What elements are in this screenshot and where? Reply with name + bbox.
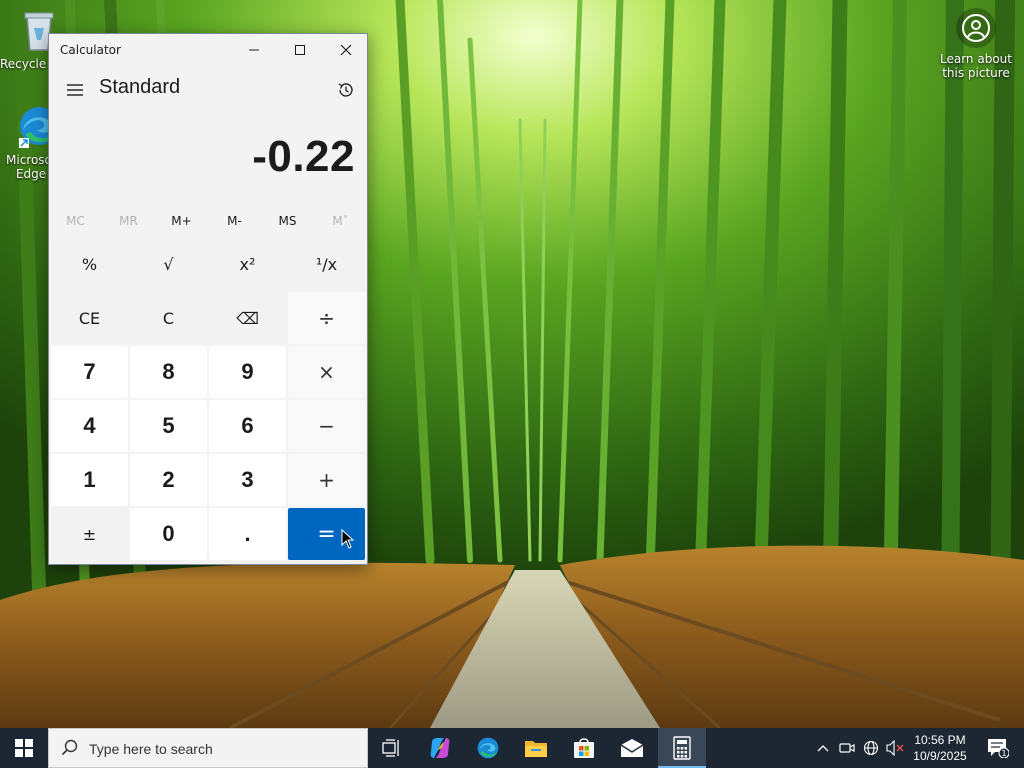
network-icon bbox=[863, 740, 879, 756]
hamburger-icon bbox=[67, 84, 83, 96]
memory-list-button[interactable]: M˅ bbox=[314, 206, 367, 236]
meet-now-button[interactable] bbox=[836, 728, 858, 768]
memory-add-button[interactable]: M+ bbox=[155, 206, 208, 236]
desktop-icon-label: Recycle Bin bbox=[0, 57, 50, 71]
calculator-icon bbox=[673, 736, 691, 760]
start-button[interactable] bbox=[0, 728, 48, 768]
memory-store-button[interactable]: MS bbox=[261, 206, 314, 236]
calculator-taskbar-button[interactable] bbox=[658, 728, 706, 768]
digit-3-button[interactable]: 3 bbox=[209, 454, 286, 506]
clock-time: 10:56 PM bbox=[914, 733, 966, 747]
navigation-menu-button[interactable] bbox=[57, 74, 93, 106]
show-hidden-icons-button[interactable] bbox=[812, 728, 834, 768]
file-explorer-button[interactable] bbox=[512, 728, 560, 768]
search-icon bbox=[61, 739, 78, 756]
search-box[interactable]: Type here to search bbox=[48, 728, 368, 768]
learn-about-picture-label: Learn about this picture bbox=[940, 52, 1012, 80]
meet-now-icon bbox=[839, 743, 855, 753]
chevron-up-icon bbox=[817, 745, 829, 752]
history-icon bbox=[338, 83, 353, 97]
file-explorer-icon bbox=[525, 741, 547, 757]
taskbar: Type here to search 10:56 PM 10/9/2025 1 bbox=[0, 728, 1024, 768]
calculator-mode-title: Standard bbox=[99, 76, 181, 98]
close-icon bbox=[340, 44, 352, 56]
windows-logo-icon bbox=[15, 739, 33, 757]
mail-icon bbox=[620, 739, 644, 757]
edge-taskbar-button[interactable] bbox=[464, 728, 512, 768]
edge-icon bbox=[477, 737, 499, 759]
mail-button[interactable] bbox=[608, 728, 656, 768]
search-placeholder: Type here to search bbox=[89, 741, 213, 757]
minimize-icon bbox=[249, 49, 259, 51]
memory-subtract-button[interactable]: M- bbox=[208, 206, 261, 236]
notification-icon: 1 bbox=[988, 739, 1009, 758]
pointer-icon bbox=[341, 528, 355, 549]
add-button[interactable]: + bbox=[288, 454, 365, 506]
maximize-button[interactable] bbox=[277, 34, 323, 66]
multiply-button[interactable]: × bbox=[288, 346, 365, 398]
volume-button[interactable] bbox=[884, 728, 906, 768]
square-button[interactable]: x² bbox=[209, 238, 286, 290]
memory-row: MC MR M+ M- MS M˅ bbox=[49, 206, 367, 236]
maximize-icon bbox=[295, 45, 305, 55]
mouse-cursor bbox=[341, 528, 355, 553]
system-clock[interactable]: 10:56 PM 10/9/2025 bbox=[906, 732, 974, 764]
calculator-header: Standard bbox=[49, 70, 367, 110]
copilot-button[interactable] bbox=[416, 728, 464, 768]
notification-count: 1 bbox=[1001, 749, 1006, 758]
divide-button[interactable]: ÷ bbox=[288, 292, 365, 344]
digit-2-button[interactable]: 2 bbox=[130, 454, 207, 506]
backspace-button[interactable]: ⌫ bbox=[209, 292, 286, 344]
history-button[interactable] bbox=[329, 74, 363, 106]
copilot-icon bbox=[430, 738, 450, 758]
subtract-button[interactable]: − bbox=[288, 400, 365, 452]
reciprocal-button[interactable]: ¹/x bbox=[288, 238, 365, 290]
result-display: -0.22 bbox=[252, 132, 355, 181]
digit-4-button[interactable]: 4 bbox=[51, 400, 128, 452]
memory-recall-button[interactable]: MR bbox=[102, 206, 155, 236]
title-bar[interactable]: Calculator bbox=[49, 34, 367, 66]
minimize-button[interactable] bbox=[231, 34, 277, 66]
digit-9-button[interactable]: 9 bbox=[209, 346, 286, 398]
percent-button[interactable]: % bbox=[51, 238, 128, 290]
digit-8-button[interactable]: 8 bbox=[130, 346, 207, 398]
calculator-window[interactable]: Calculator Standard -0.22 MC MR M+ M- MS… bbox=[48, 33, 368, 565]
learn-about-picture[interactable]: Learn about this picture bbox=[936, 8, 1016, 80]
clear-entry-button[interactable]: CE bbox=[51, 292, 128, 344]
square-root-button[interactable]: √ bbox=[130, 238, 207, 290]
microsoft-store-button[interactable] bbox=[560, 728, 608, 768]
camera-info-icon bbox=[956, 8, 996, 48]
memory-clear-button[interactable]: MC bbox=[49, 206, 102, 236]
clear-button[interactable]: C bbox=[130, 292, 207, 344]
digit-6-button[interactable]: 6 bbox=[209, 400, 286, 452]
window-title: Calculator bbox=[60, 43, 121, 57]
task-view-button[interactable] bbox=[368, 728, 416, 768]
volume-muted-icon bbox=[886, 740, 904, 756]
digit-7-button[interactable]: 7 bbox=[51, 346, 128, 398]
task-view-icon bbox=[382, 739, 399, 757]
digit-0-button[interactable]: 0 bbox=[130, 508, 207, 560]
keypad: % √ x² ¹/x CE C ⌫ ÷ 7 8 9 × 4 5 6−1 2 3 + ±0. = bbox=[51, 238, 365, 560]
notification-center-button[interactable]: 1 bbox=[978, 728, 1018, 768]
microsoft-store-icon bbox=[574, 738, 594, 758]
clock-date: 10/9/2025 bbox=[913, 749, 967, 763]
network-button[interactable] bbox=[860, 728, 882, 768]
decimal-button[interactable]: . bbox=[209, 508, 286, 560]
digit-5-button[interactable]: 5 bbox=[130, 400, 207, 452]
digit-1-button[interactable]: 1 bbox=[51, 454, 128, 506]
negate-button[interactable]: ± bbox=[51, 508, 128, 560]
close-button[interactable] bbox=[323, 34, 369, 66]
